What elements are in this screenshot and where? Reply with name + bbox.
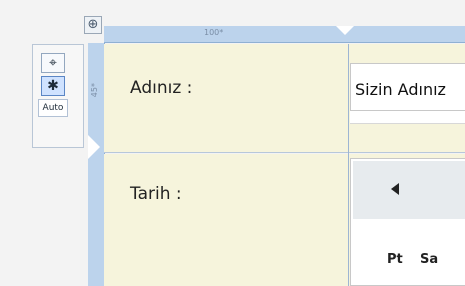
prev-month-icon[interactable] — [391, 183, 399, 195]
calendar-header — [353, 161, 465, 219]
weekday-label: Pt — [387, 252, 403, 267]
name-input[interactable]: Sizin Adınız — [350, 63, 465, 111]
crosshair-button[interactable]: ⌖ — [41, 53, 65, 73]
date-label: Tarih : — [130, 184, 182, 204]
name-label-cell: Adınız : — [104, 44, 348, 153]
top-ruler: 100* — [104, 26, 465, 43]
move-icon[interactable]: ⊕ — [84, 16, 102, 34]
left-ruler: 45* — [88, 43, 105, 286]
name-input-underlay — [350, 111, 465, 124]
weekday-label: Sa — [420, 252, 439, 267]
top-ruler-marker[interactable] — [336, 26, 354, 35]
auto-button[interactable]: Auto — [38, 99, 68, 117]
left-ruler-marker[interactable] — [88, 135, 100, 159]
asterisk-button[interactable]: ✱ — [41, 76, 65, 96]
top-ruler-label: 100* — [204, 28, 224, 37]
name-label: Adınız : — [130, 78, 193, 98]
left-ruler-label: 45* — [90, 83, 99, 98]
date-label-cell: Tarih : — [104, 154, 348, 286]
tool-panel: ⌖ ✱ Auto — [32, 44, 84, 148]
date-calendar[interactable]: Pt Sa — [350, 158, 465, 286]
